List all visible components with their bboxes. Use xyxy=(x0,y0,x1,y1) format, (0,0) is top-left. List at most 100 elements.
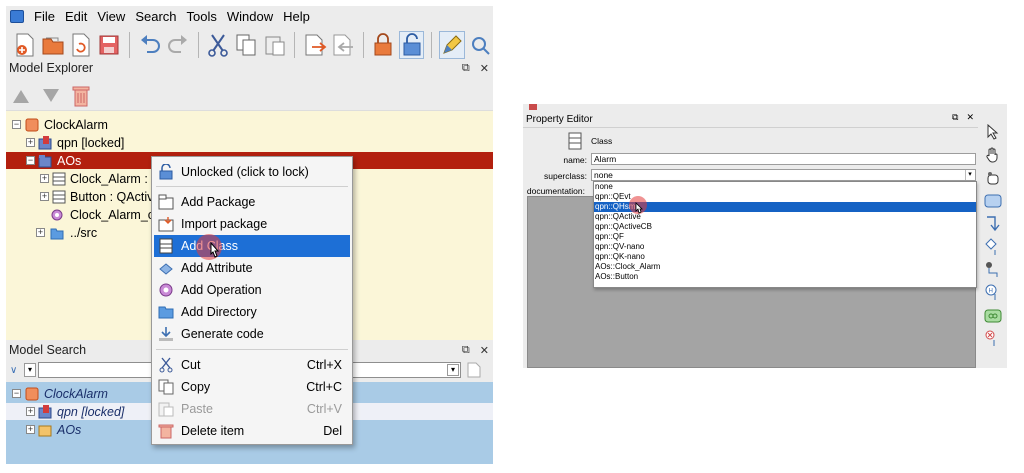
superclass-option[interactable]: qpn::QActiveCB xyxy=(594,222,976,232)
superclass-option[interactable]: none xyxy=(594,182,976,192)
package-icon xyxy=(38,425,52,436)
menu-item-cut[interactable]: Cut Ctrl+X xyxy=(154,354,350,376)
menu-item-import-package[interactable]: Import package xyxy=(154,213,350,235)
close-panel-icon[interactable]: ✕ xyxy=(966,112,974,123)
redo-button[interactable] xyxy=(165,31,190,59)
paste-button[interactable] xyxy=(262,31,287,59)
pan-tool[interactable] xyxy=(983,145,1003,165)
superclass-option[interactable]: qpn::QEvt xyxy=(594,192,976,202)
superclass-option[interactable]: AOs::Button xyxy=(594,272,976,282)
initial-state-icon xyxy=(985,262,997,277)
submachine-tool[interactable] xyxy=(983,306,1003,326)
menu-window[interactable]: Window xyxy=(223,9,277,24)
move-down-icon[interactable] xyxy=(42,88,60,104)
open-folder-icon xyxy=(42,37,64,55)
float-panel-icon[interactable]: ⧉ xyxy=(952,112,958,123)
menu-item-add-directory[interactable]: Add Directory xyxy=(154,301,350,323)
paste-icon xyxy=(158,402,174,417)
history-icon: H xyxy=(985,284,996,300)
choice-tool[interactable] xyxy=(983,237,1003,257)
menu-tools[interactable]: Tools xyxy=(183,9,221,24)
initial-transition-tool[interactable] xyxy=(983,260,1003,280)
expand-icon[interactable]: + xyxy=(26,407,35,416)
menu-item-unlocked[interactable]: Unlocked (click to lock) xyxy=(154,161,350,183)
menu-file[interactable]: File xyxy=(30,9,59,24)
tree-item-qpn[interactable]: + qpn [locked] xyxy=(6,134,493,151)
move-up-icon[interactable] xyxy=(12,88,30,104)
save-model-button[interactable] xyxy=(97,31,122,59)
menu-item-add-class[interactable]: Add Class xyxy=(154,235,350,257)
collapse-icon[interactable]: − xyxy=(26,156,35,165)
toolbar-separator xyxy=(294,32,296,58)
menu-item-add-attribute[interactable]: Add Attribute xyxy=(154,257,350,279)
menu-edit[interactable]: Edit xyxy=(61,9,91,24)
menu-item-paste[interactable]: Paste Ctrl+V xyxy=(154,398,350,420)
close-panel-icon[interactable]: ✕ xyxy=(480,62,489,75)
scissors-icon xyxy=(159,357,173,373)
copy-button[interactable] xyxy=(234,31,259,59)
exit-point-tool[interactable] xyxy=(983,329,1003,349)
save-icon xyxy=(99,35,119,55)
select-tool[interactable] xyxy=(983,122,1003,142)
menu-help[interactable]: Help xyxy=(279,9,314,24)
history-tool[interactable]: H xyxy=(983,283,1003,303)
lock-button[interactable] xyxy=(371,31,396,59)
menu-separator xyxy=(156,349,348,350)
reload-model-button[interactable] xyxy=(69,31,94,59)
grab-tool[interactable] xyxy=(983,168,1003,188)
operation-icon xyxy=(159,283,173,297)
expand-icon[interactable]: + xyxy=(26,138,35,147)
pencil-icon xyxy=(443,35,462,54)
search-tool-button[interactable] xyxy=(468,31,493,59)
menu-separator xyxy=(156,186,348,187)
open-model-button[interactable] xyxy=(40,31,65,59)
new-file-icon xyxy=(16,33,34,57)
expand-icon[interactable]: + xyxy=(26,425,35,434)
export-button[interactable] xyxy=(302,31,327,59)
new-model-button[interactable] xyxy=(12,31,37,59)
close-panel-icon[interactable]: ✕ xyxy=(480,344,489,357)
menu-item-generate-code[interactable]: Generate code xyxy=(154,323,350,345)
expand-icon[interactable]: + xyxy=(36,228,45,237)
menu-item-add-package[interactable]: Add Package xyxy=(154,191,350,213)
superclass-option[interactable]: qpn::QV-nano xyxy=(594,242,976,252)
name-field[interactable]: Alarm xyxy=(591,153,976,165)
import-button[interactable] xyxy=(330,31,355,59)
unlock-button[interactable] xyxy=(398,31,425,59)
edit-tool-button[interactable] xyxy=(439,31,465,59)
chevron-down-icon[interactable]: ▾ xyxy=(447,364,459,376)
collapse-icon[interactable]: − xyxy=(12,120,21,129)
search-doc-icon[interactable] xyxy=(467,362,481,378)
collapse-icon[interactable]: − xyxy=(12,389,21,398)
superclass-option[interactable]: qpn::QActive xyxy=(594,212,976,222)
superclass-option[interactable]: AOs::Clock_Alarm xyxy=(594,262,976,272)
paste-icon xyxy=(265,36,285,56)
transition-tool[interactable] xyxy=(983,214,1003,234)
superclass-select[interactable]: none ▾ xyxy=(591,169,976,181)
folder-icon xyxy=(158,306,174,319)
cut-button[interactable] xyxy=(205,31,230,59)
menu-search[interactable]: Search xyxy=(131,9,180,24)
menu-item-copy[interactable]: Copy Ctrl+C xyxy=(154,376,350,398)
superclass-option[interactable]: qpn::QF xyxy=(594,232,976,242)
expand-icon[interactable]: + xyxy=(40,192,49,201)
undo-button[interactable] xyxy=(137,31,162,59)
menu-item-delete[interactable]: Delete item Del xyxy=(154,420,350,442)
copy-icon xyxy=(158,379,174,395)
chevron-down-icon[interactable]: ∨ xyxy=(10,365,24,376)
chevron-down-icon[interactable]: ▾ xyxy=(965,170,974,180)
menu-view[interactable]: View xyxy=(93,9,129,24)
float-panel-icon[interactable]: ⧉ xyxy=(462,62,470,75)
state-tool[interactable] xyxy=(983,191,1003,211)
menu-item-add-operation[interactable]: Add Operation xyxy=(154,279,350,301)
superclass-option[interactable]: qpn::QK-nano xyxy=(594,252,976,262)
tree-item-label: AOs xyxy=(57,153,82,168)
menu-item-label: Add Attribute xyxy=(181,261,253,275)
float-panel-icon[interactable]: ⧉ xyxy=(462,344,470,357)
model-icon xyxy=(25,118,39,131)
superclass-option-highlighted[interactable]: qpn::QHsm xyxy=(594,202,976,212)
delete-icon[interactable] xyxy=(72,85,90,107)
search-options-dropdown[interactable]: ▾ xyxy=(24,363,36,377)
expand-icon[interactable]: + xyxy=(40,174,49,183)
tree-item-model[interactable]: − ClockAlarm xyxy=(6,116,493,133)
